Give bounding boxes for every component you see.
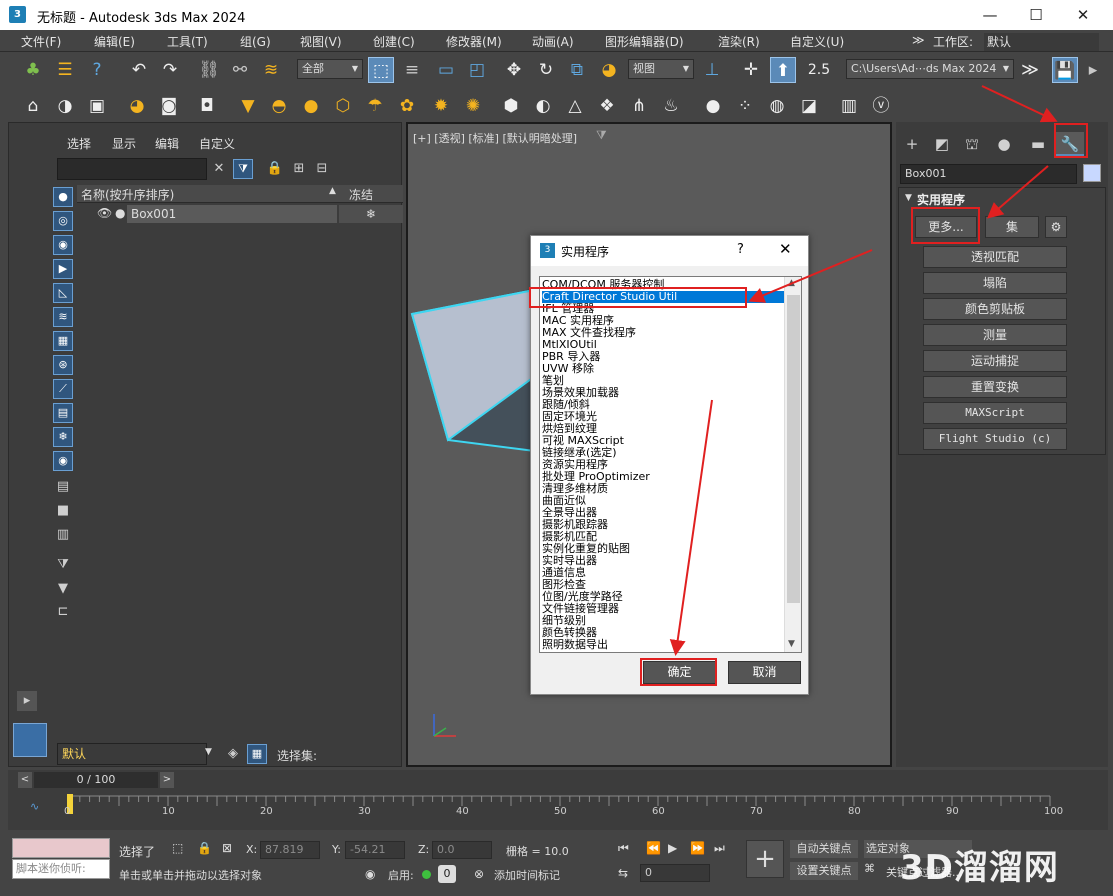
z-coord-field[interactable]: 0.0 <box>432 841 492 859</box>
timeline-tick-label: 20 <box>260 806 273 817</box>
add-time-tag-text[interactable]: 添加时间标记 <box>494 867 560 883</box>
timeline: < 0 / 100 > ∿ 0 10 20 30 40 50 60 70 80 90 100 <box>8 770 1108 830</box>
prev-key-icon[interactable]: ⏪ <box>646 841 661 855</box>
y-coord-field[interactable]: -54.21 <box>345 841 405 859</box>
play-icon[interactable]: ▶ <box>668 841 677 855</box>
enable-status-dot <box>422 870 431 879</box>
annotation-arrows <box>669 85 1058 656</box>
enable-label: 启用: <box>388 869 414 882</box>
goto-end-icon[interactable]: ⏭ <box>714 841 725 856</box>
timeline-tick-label: 90 <box>946 806 959 817</box>
time-tag-icon[interactable]: ⊗ <box>474 867 484 881</box>
next-key-icon[interactable]: ⏩ <box>690 841 705 855</box>
timeline-tick-label: 50 <box>554 806 567 817</box>
set-key-button[interactable]: 设置关键点 <box>790 862 858 880</box>
current-frame-field[interactable]: 0 <box>640 864 710 882</box>
x-coord-field[interactable]: 87.819 <box>260 841 320 859</box>
z-label: Z: <box>418 843 430 856</box>
prev-frame-icon[interactable]: < <box>18 772 32 788</box>
timeline-tick-label: 0 <box>64 806 71 817</box>
timeline-tick-label: 100 <box>1044 806 1064 817</box>
isolate-icon[interactable]: ⬚ <box>172 841 183 855</box>
grid-size-text: 栅格 = 10.0 <box>506 845 569 858</box>
maxscript-listener-field[interactable] <box>12 838 110 858</box>
time-slider[interactable]: 0 / 100 <box>34 772 158 788</box>
watermark-text: 3D溜溜网 <box>900 848 1059 888</box>
set-key-plus-icon[interactable]: + <box>746 840 784 878</box>
enable-toggle[interactable]: 0 <box>438 865 456 883</box>
timeline-tick-label: 70 <box>750 806 763 817</box>
key-filter-icon[interactable]: ⌘ <box>864 862 875 875</box>
selected-count-text: 选择了 <box>119 845 156 859</box>
next-frame-icon[interactable]: > <box>160 772 174 788</box>
maxscript-mini-listener[interactable]: 脚本迷你侦听: <box>12 859 110 879</box>
goto-start-icon[interactable]: ⏮ <box>618 841 629 856</box>
y-label: Y: <box>332 843 341 856</box>
status-bar: 脚本迷你侦听: 选择了 单击或单击并拖动以选择对象 ⬚ 🔒 ⊠ X: 87.81… <box>0 832 1113 896</box>
prompt-text: 单击或单击并拖动以选择对象 <box>119 869 262 882</box>
timeline-tick-label: 10 <box>162 806 175 817</box>
curve-editor-icon[interactable]: ∿ <box>30 800 39 813</box>
adaptive-degradation-icon[interactable]: ◉ <box>365 867 375 881</box>
key-mode-icon[interactable]: ⇆ <box>618 866 628 880</box>
absolute-mode-icon[interactable]: ⊠ <box>222 841 232 855</box>
selection-lock-icon[interactable]: 🔒 <box>197 841 212 855</box>
x-label: X: <box>246 843 258 856</box>
timeline-tick-label: 30 <box>358 806 371 817</box>
timeline-tick-label: 40 <box>456 806 469 817</box>
timeline-tick-label: 60 <box>652 806 665 817</box>
auto-key-button[interactable]: 自动关键点 <box>790 840 858 858</box>
timeline-tick-label: 80 <box>848 806 861 817</box>
